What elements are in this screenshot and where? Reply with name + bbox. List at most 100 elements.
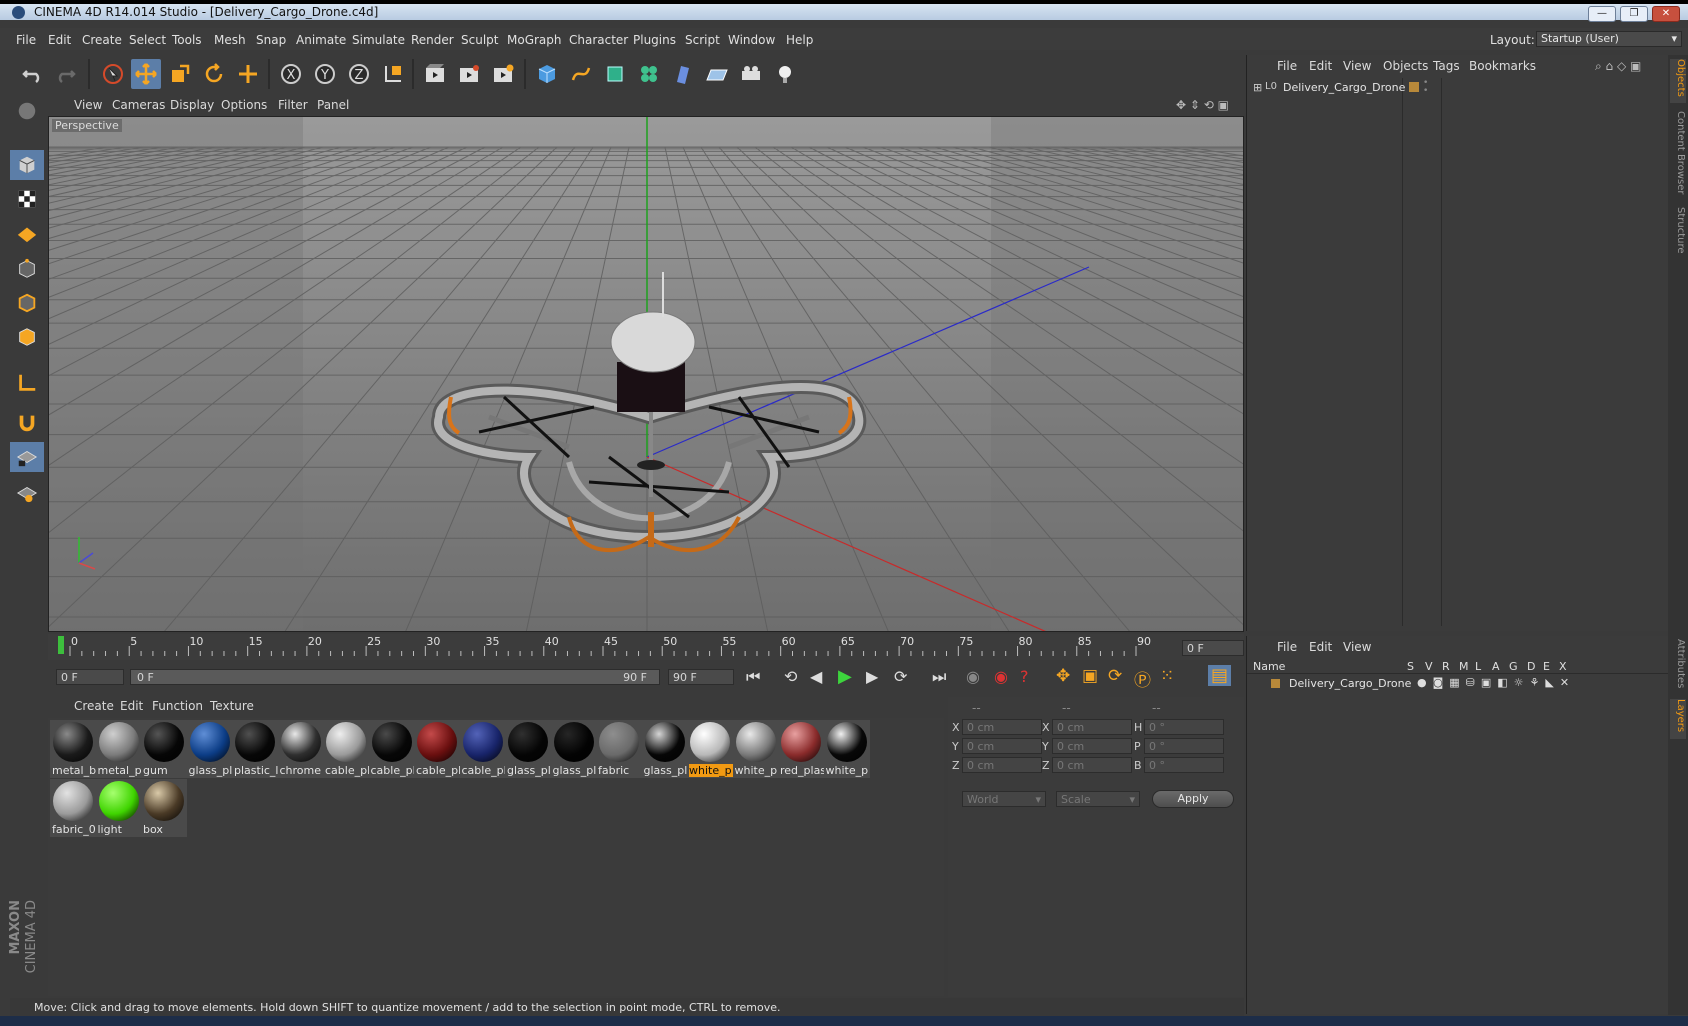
layer-column-header[interactable]: R: [1442, 660, 1450, 673]
menu-plugins[interactable]: Plugins: [633, 33, 676, 47]
layer-column-header[interactable]: V: [1425, 660, 1433, 673]
menu-edit[interactable]: Edit: [48, 33, 71, 47]
layer-menu-edit[interactable]: Edit: [1309, 640, 1332, 654]
material-swatch[interactable]: cable_pl: [459, 720, 506, 778]
z-axis-lock-icon[interactable]: Z: [344, 59, 374, 89]
coordinate-mode-select[interactable]: World ▾: [962, 791, 1046, 807]
workplane-icon[interactable]: [10, 218, 44, 248]
layer-column-header[interactable]: G: [1509, 660, 1518, 673]
material-swatch[interactable]: glass_pl: [186, 720, 233, 778]
tab-content-browser[interactable]: Content Browser: [1670, 111, 1686, 197]
layer-row[interactable]: Delivery_Cargo_Drone ●◙▦⛁▣◧☼⚘◣✕: [1247, 676, 1669, 692]
menu-window[interactable]: Window: [728, 33, 775, 47]
grid-snap-icon[interactable]: [10, 478, 44, 508]
layer-column-header[interactable]: S: [1407, 660, 1414, 673]
preview-range-slider[interactable]: 0 F 90 F: [130, 669, 660, 685]
expand-icon[interactable]: ⊞: [1253, 81, 1262, 94]
cloner-icon[interactable]: [634, 59, 664, 89]
viewport-menu-cameras[interactable]: Cameras: [112, 98, 165, 112]
layer-toggle-icons[interactable]: ●◙▦⛁▣◧☼⚘◣✕: [1417, 676, 1575, 689]
menu-sculpt[interactable]: Sculpt: [461, 33, 498, 47]
object-manager-tools-icon[interactable]: ⌕ ⌂ ◇ ▣: [1595, 59, 1641, 74]
key-rotation-icon[interactable]: ⟳: [1108, 666, 1122, 686]
tab-layers[interactable]: Layers: [1670, 699, 1686, 739]
timeline-ruler[interactable]: 0 5 10 15 20 25 30 35 40 45 50 55 60 65 70 75 80 85 90 0 F: [48, 634, 1244, 660]
end-frame-field[interactable]: 90 F: [668, 669, 734, 685]
viewport-menu-display[interactable]: Display: [170, 98, 214, 112]
scale-tool-icon[interactable]: [165, 59, 195, 89]
object-menu-tags[interactable]: Tags: [1433, 59, 1460, 73]
coordinate-system-icon[interactable]: [378, 59, 408, 89]
menu-tools[interactable]: Tools: [172, 33, 202, 47]
viewport-menu-filter[interactable]: Filter: [278, 98, 308, 112]
material-swatch[interactable]: plastic_l: [232, 720, 278, 778]
material-swatch[interactable]: cable_pl: [414, 720, 460, 778]
coord-value-field[interactable]: 0 cm: [1052, 719, 1132, 735]
material-swatch[interactable]: cable_pl: [368, 720, 415, 778]
go-to-previous-key-icon[interactable]: ⟲: [784, 667, 797, 686]
cube-primitive-icon[interactable]: [532, 59, 562, 89]
move-tool-icon[interactable]: [131, 59, 161, 89]
snapping-magnet-icon[interactable]: [10, 408, 44, 438]
viewport-menu-options[interactable]: Options: [221, 98, 267, 112]
axis-mode-icon[interactable]: [10, 368, 44, 398]
viewport-menu-panel[interactable]: Panel: [317, 98, 349, 112]
layer-name[interactable]: Delivery_Cargo_Drone: [1289, 677, 1411, 690]
record-keys-icon[interactable]: ◉: [966, 667, 980, 686]
tab-structure[interactable]: Structure: [1670, 207, 1686, 259]
object-menu-objects[interactable]: Objects: [1383, 59, 1428, 73]
deformer-icon[interactable]: [668, 59, 698, 89]
material-swatch[interactable]: glass_pl: [641, 720, 688, 778]
material-swatch[interactable]: white_p: [732, 720, 779, 778]
current-frame-field[interactable]: 0 F: [1182, 640, 1244, 656]
polygons-mode-icon[interactable]: [10, 322, 44, 352]
material-menu-function[interactable]: Function: [152, 699, 203, 713]
tab-objects[interactable]: Objects: [1670, 59, 1686, 103]
points-mode-icon[interactable]: [10, 254, 44, 284]
coordinate-type-select[interactable]: Scale ▾: [1056, 791, 1140, 807]
menu-script[interactable]: Script: [685, 33, 720, 47]
key-scale-icon[interactable]: ▣: [1082, 666, 1098, 686]
make-editable-icon[interactable]: [10, 96, 44, 126]
object-menu-view[interactable]: View: [1343, 59, 1371, 73]
material-swatch[interactable]: chrome: [277, 720, 324, 778]
start-frame-field[interactable]: 0 F: [56, 669, 124, 685]
material-swatch[interactable]: fabric_0: [50, 779, 96, 837]
floor-scene-icon[interactable]: [702, 59, 732, 89]
restore-button[interactable]: ❐: [1620, 6, 1648, 22]
object-menu-file[interactable]: File: [1277, 59, 1297, 73]
menu-snap[interactable]: Snap: [256, 33, 286, 47]
object-row[interactable]: ⊞ L0 Delivery_Cargo_Drone • •: [1247, 79, 1669, 97]
object-name[interactable]: Delivery_Cargo_Drone: [1283, 81, 1405, 94]
layer-column-header[interactable]: A: [1492, 660, 1500, 673]
layer-column-header[interactable]: Name: [1253, 660, 1285, 673]
recent-tool-icon[interactable]: [233, 59, 263, 89]
undo-button[interactable]: [18, 59, 48, 89]
menu-mograph[interactable]: MoGraph: [507, 33, 562, 47]
menu-animate[interactable]: Animate: [296, 33, 346, 47]
material-swatch[interactable]: cable_pl: [323, 720, 369, 778]
material-swatch[interactable]: box: [141, 779, 187, 837]
tab-attributes[interactable]: Attributes: [1670, 639, 1686, 695]
layer-menu-file[interactable]: File: [1277, 640, 1297, 654]
coord-value-field[interactable]: 0 cm: [962, 719, 1042, 735]
spline-pen-icon[interactable]: [566, 59, 596, 89]
layer-column-header[interactable]: M: [1459, 660, 1469, 673]
material-swatch[interactable]: red_plas: [778, 720, 824, 778]
object-menu-bookmarks[interactable]: Bookmarks: [1469, 59, 1536, 73]
menu-render[interactable]: Render: [411, 33, 454, 47]
coord-value-field[interactable]: 0 cm: [962, 738, 1042, 754]
menu-help[interactable]: Help: [786, 33, 813, 47]
menu-create[interactable]: Create: [82, 33, 122, 47]
coord-value-field[interactable]: 0 cm: [1052, 738, 1132, 754]
render-view-icon[interactable]: [420, 59, 450, 89]
menu-simulate[interactable]: Simulate: [352, 33, 405, 47]
light-icon[interactable]: [770, 59, 800, 89]
keyframe-selection-icon[interactable]: ?: [1020, 667, 1029, 686]
workplane-lock-icon[interactable]: [10, 442, 44, 472]
play-icon[interactable]: ▶: [838, 666, 852, 687]
material-swatch[interactable]: glass_pl: [505, 720, 551, 778]
material-swatch[interactable]: metal_p: [95, 720, 142, 778]
material-menu-create[interactable]: Create: [74, 699, 114, 713]
render-picture-viewer-icon[interactable]: [454, 59, 484, 89]
